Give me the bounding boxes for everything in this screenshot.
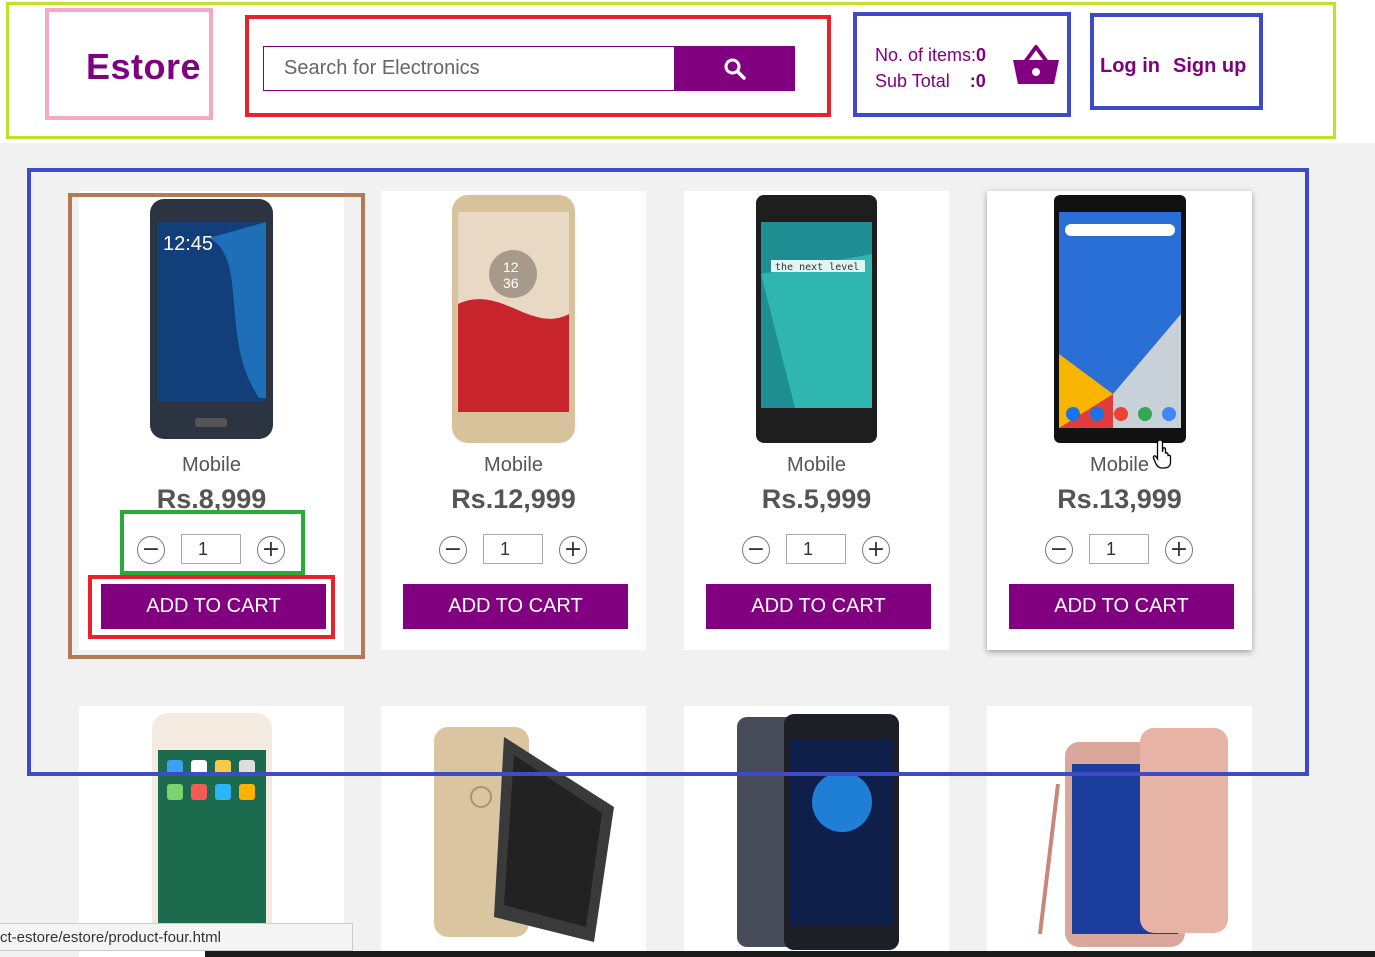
product-card (79, 706, 344, 957)
taskbar-strip (205, 951, 1375, 957)
increase-qty-button[interactable]: + (257, 536, 285, 564)
product-price: Rs.12,999 (451, 484, 576, 514)
product-category: Mobile (484, 454, 543, 476)
increase-qty-button[interactable]: + (559, 536, 587, 564)
quantity-stepper: − + (79, 534, 344, 566)
product-image[interactable] (987, 706, 1252, 957)
decrease-qty-button[interactable]: − (1045, 536, 1073, 564)
product-image[interactable] (381, 706, 646, 957)
product-category: Mobile (182, 454, 241, 476)
add-to-cart-button[interactable]: ADD TO CART (403, 584, 628, 629)
decrease-qty-button[interactable]: − (439, 536, 467, 564)
quantity-input[interactable] (1089, 534, 1149, 564)
product-price: Rs.13,999 (1057, 484, 1182, 514)
status-bar-url: ct-estore/estore/product-four.html (0, 923, 353, 951)
product-category: Mobile (787, 454, 846, 476)
product-image[interactable]: the next level (684, 191, 949, 446)
product-image[interactable]: 12 36 (381, 191, 646, 446)
product-image[interactable] (987, 191, 1252, 446)
product-card: 12:45 Mobile Rs.8,999 − + ADD TO CART (79, 191, 344, 650)
quantity-input[interactable] (483, 534, 543, 564)
product-card (987, 706, 1252, 957)
quantity-stepper: − + (684, 534, 949, 566)
product-image[interactable]: 12:45 (79, 191, 344, 446)
logo-highlight-box (45, 8, 213, 120)
quantity-input[interactable] (786, 534, 846, 564)
add-to-cart-button[interactable]: ADD TO CART (706, 584, 931, 629)
cart-highlight-box (853, 12, 1071, 117)
quantity-stepper: − + (987, 534, 1252, 566)
product-card: 12 36 Mobile Rs.12,999 − + ADD TO CART (381, 191, 646, 650)
increase-qty-button[interactable]: + (862, 536, 890, 564)
quantity-stepper: − + (381, 534, 646, 566)
increase-qty-button[interactable]: + (1165, 536, 1193, 564)
add-to-cart-button[interactable]: ADD TO CART (1009, 584, 1234, 629)
hand-cursor-icon (1152, 439, 1172, 469)
auth-highlight-box (1090, 13, 1263, 110)
svg-text:36: 36 (503, 275, 519, 291)
product-price: Rs.8,999 (156, 484, 267, 514)
add-to-cart-button[interactable]: ADD TO CART (101, 584, 326, 629)
product-card: the next level Mobile Rs.5,999 − + ADD T… (684, 191, 949, 650)
decrease-qty-button[interactable]: − (742, 536, 770, 564)
svg-text:12:45: 12:45 (163, 233, 213, 255)
product-category: Mobile (1090, 454, 1149, 476)
product-card: Mobile Rs.13,999 − + ADD TO CART (987, 191, 1252, 650)
product-card (684, 706, 949, 957)
product-image[interactable] (684, 706, 949, 957)
svg-text:12: 12 (503, 259, 519, 275)
svg-text:the next level: the next level (775, 262, 859, 273)
product-card (381, 706, 646, 957)
search-highlight-box (245, 15, 831, 117)
product-price: Rs.5,999 (761, 484, 872, 514)
decrease-qty-button[interactable]: − (137, 536, 165, 564)
quantity-input[interactable] (181, 534, 241, 564)
product-image[interactable] (79, 706, 344, 957)
